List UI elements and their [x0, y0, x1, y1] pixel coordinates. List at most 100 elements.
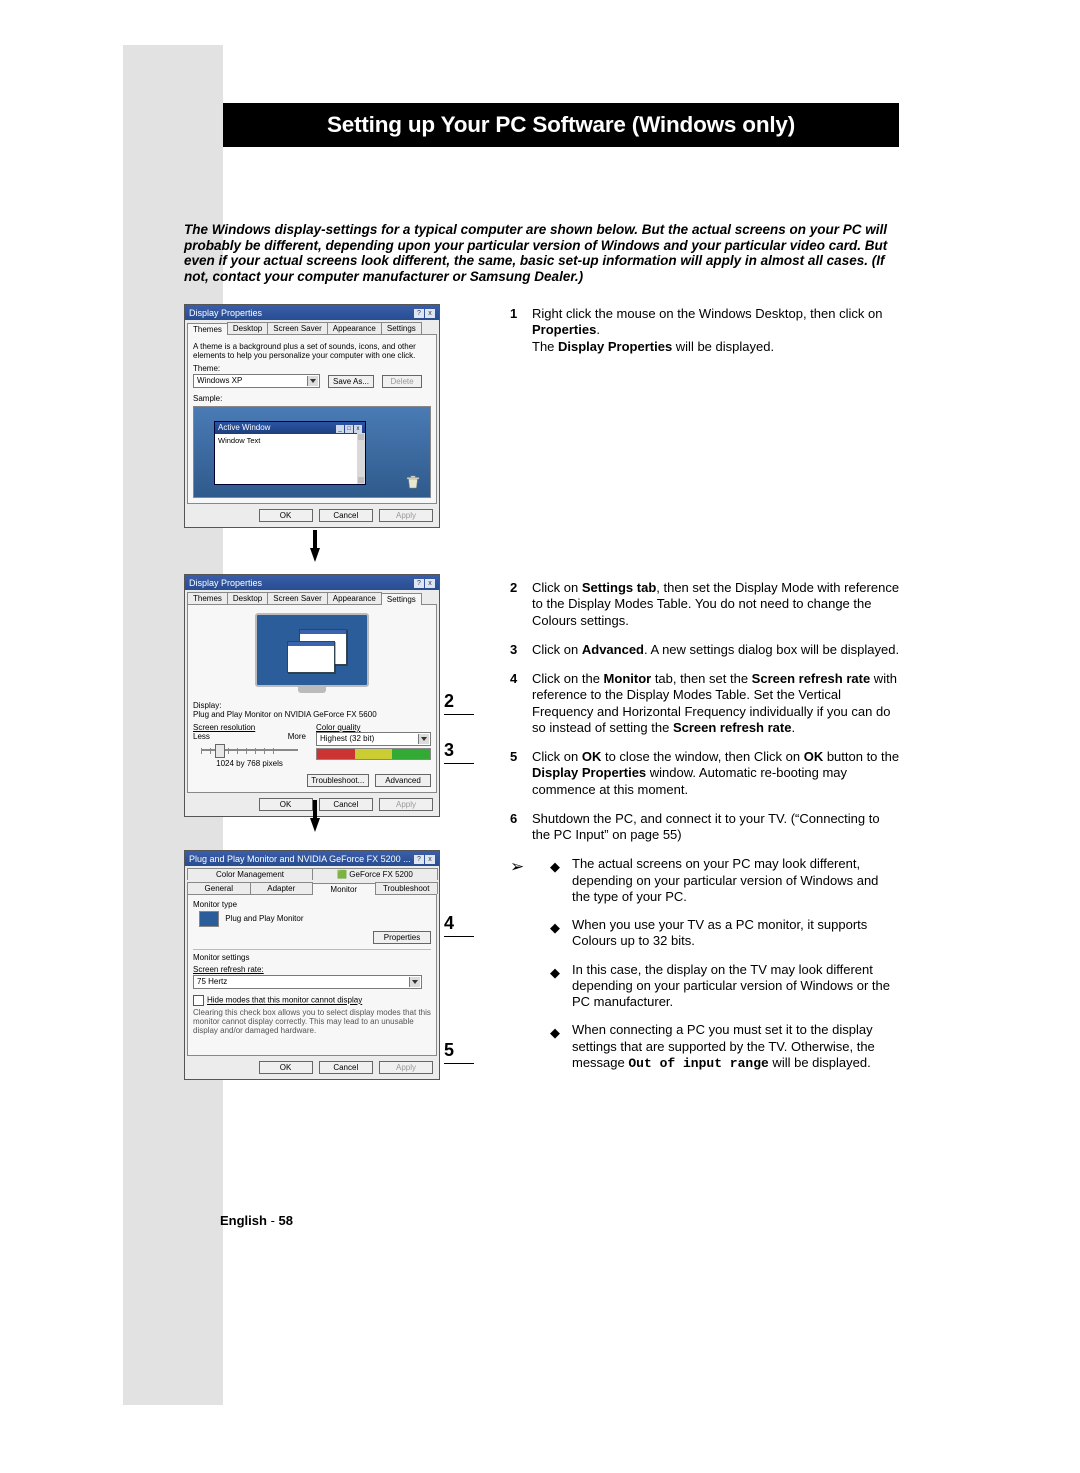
tab-geforce[interactable]: 🟩 GeForce FX 5200 — [312, 868, 438, 880]
apply-button[interactable]: Apply — [379, 798, 433, 811]
window-control-icons: ?x — [413, 577, 435, 588]
tab-themes[interactable]: Themes — [187, 592, 228, 604]
dialog-title: Display Properties — [189, 308, 262, 318]
notes-block: ➢ ◆The actual screens on your PC may loo… — [510, 856, 900, 1072]
hide-modes-checkbox[interactable] — [193, 995, 204, 1006]
tab-appearance[interactable]: Appearance — [327, 592, 382, 604]
settings-tab-term: Settings tab — [582, 580, 656, 595]
cancel-button[interactable]: Cancel — [319, 1061, 373, 1074]
step-text: Right click the mouse on the Windows Des… — [532, 306, 882, 321]
step-4: 4 Click on the Monitor tab, then set the… — [510, 671, 900, 736]
close-icon[interactable]: x — [425, 309, 435, 318]
note-chevron-icon: ➢ — [510, 856, 524, 877]
tab-appearance[interactable]: Appearance — [327, 322, 382, 334]
refresh-rate-dropdown[interactable]: 75 Hertz — [193, 975, 422, 989]
step-number: 1 — [510, 306, 517, 322]
tab-settings[interactable]: Settings — [381, 593, 422, 605]
tab-themes[interactable]: Themes — [187, 323, 228, 335]
sample-window-text: Window Text — [215, 434, 365, 447]
dialog-buttons: OK Cancel Apply — [185, 1058, 439, 1079]
window-control-icons: ?x — [413, 307, 435, 318]
hide-modes-row: Hide modes that this monitor cannot disp… — [193, 995, 431, 1006]
diamond-bullet-icon: ◆ — [550, 1025, 560, 1041]
dialog-body: Display: Plug and Play Monitor on NVIDIA… — [187, 604, 437, 793]
dialog-tabs: Themes Desktop Screen Saver Appearance S… — [187, 592, 437, 604]
dialog-tabs-row1: Color Management 🟩 GeForce FX 5200 — [187, 868, 437, 880]
theme-sample-preview: Active Window_□x Window Text — [193, 406, 431, 498]
tab-monitor[interactable]: Monitor — [312, 883, 376, 895]
page-footer: English - 58 — [220, 1213, 293, 1228]
theme-label: Theme: — [193, 364, 431, 373]
arrow-down-icon — [313, 800, 317, 818]
page-title: Setting up Your PC Software (Windows onl… — [223, 103, 899, 147]
ok-button[interactable]: OK — [259, 1061, 313, 1074]
step-number: 3 — [510, 642, 517, 658]
dialog-title: Display Properties — [189, 578, 262, 588]
ok-button[interactable]: OK — [259, 509, 313, 522]
tab-adapter[interactable]: Adapter — [250, 882, 314, 894]
note-item: ◆In this case, the display on the TV may… — [572, 962, 900, 1011]
advanced-button[interactable]: Advanced — [375, 774, 431, 787]
callout-3: 3 — [444, 740, 474, 764]
apply-button[interactable]: Apply — [379, 1061, 433, 1074]
step-3: 3 Click on Advanced. A new settings dial… — [510, 642, 900, 658]
refresh-rate-label: Screen refresh rate: — [193, 965, 431, 974]
sample-active-window: Active Window_□x Window Text — [214, 421, 366, 485]
diamond-bullet-icon: ◆ — [550, 859, 560, 875]
window-control-icons: ?x — [413, 853, 435, 864]
step-5: 5 Click on OK to close the window, then … — [510, 749, 900, 798]
delete-button[interactable]: Delete — [382, 375, 422, 388]
tab-desktop[interactable]: Desktop — [227, 322, 268, 334]
dialog-titlebar: Display Properties ?x — [185, 305, 439, 320]
refresh-rate-term: Screen refresh rate — [673, 720, 792, 735]
diamond-bullet-icon: ◆ — [550, 920, 560, 936]
display-value: Plug and Play Monitor on NVIDIA GeForce … — [193, 710, 431, 719]
display-properties-themes-dialog: Display Properties ?x Themes Desktop Scr… — [184, 304, 440, 528]
tab-troubleshoot[interactable]: Troubleshoot — [375, 882, 439, 894]
apply-button[interactable]: Apply — [379, 509, 433, 522]
cancel-button[interactable]: Cancel — [319, 509, 373, 522]
tab-screensaver[interactable]: Screen Saver — [267, 592, 327, 604]
color-quality-dropdown[interactable]: Highest (32 bit) — [316, 732, 431, 746]
ok-term: OK — [582, 749, 602, 764]
tab-screensaver[interactable]: Screen Saver — [267, 322, 327, 334]
close-icon: x — [354, 425, 362, 433]
diamond-bullet-icon: ◆ — [550, 965, 560, 981]
help-icon[interactable]: ? — [414, 579, 424, 588]
display-properties-term: Display Properties — [558, 339, 672, 354]
monitor-term: Monitor — [604, 671, 652, 686]
help-icon[interactable]: ? — [414, 309, 424, 318]
resolution-value: 1024 by 768 pixels — [193, 759, 306, 768]
note-item: ◆When connecting a PC you must set it to… — [572, 1022, 900, 1072]
tab-settings[interactable]: Settings — [381, 322, 422, 334]
maximize-icon: □ — [345, 425, 353, 433]
tab-color-management[interactable]: Color Management — [187, 868, 313, 880]
close-icon[interactable]: x — [425, 855, 435, 864]
help-icon[interactable]: ? — [414, 855, 424, 864]
save-as-button[interactable]: Save As... — [328, 375, 374, 388]
step-number: 2 — [510, 580, 517, 596]
sample-scrollbar — [357, 433, 365, 484]
display-label: Display: — [193, 701, 431, 710]
screen-resolution-group: Screen resolution Less More 1024 by 768 … — [193, 723, 306, 768]
dialog-title: Plug and Play Monitor and NVIDIA GeForce… — [189, 854, 411, 864]
troubleshoot-button[interactable]: Troubleshoot... — [307, 774, 369, 787]
tab-general[interactable]: General — [187, 882, 251, 894]
properties-button[interactable]: Properties — [373, 931, 431, 944]
note-item: ◆The actual screens on your PC may look … — [572, 856, 900, 905]
step-2: 2 Click on Settings tab, then set the Di… — [510, 580, 900, 629]
arrow-down-icon — [313, 530, 317, 548]
dialog-body: A theme is a background plus a set of so… — [187, 334, 437, 504]
dialog-tabs: Themes Desktop Screen Saver Appearance S… — [187, 322, 437, 334]
advanced-term: Advanced — [582, 642, 644, 657]
tab-desktop[interactable]: Desktop — [227, 592, 268, 604]
hide-modes-help: Clearing this check box allows you to se… — [193, 1008, 431, 1036]
ok-term: OK — [804, 749, 824, 764]
dialog-tabs-row2: General Adapter Monitor Troubleshoot — [187, 882, 437, 894]
step-1: 1 Right click the mouse on the Windows D… — [510, 306, 900, 355]
sample-label: Sample: — [193, 394, 431, 403]
theme-dropdown[interactable]: Windows XP — [193, 374, 320, 388]
resolution-slider[interactable] — [193, 741, 306, 759]
dialog-buttons: OK Cancel Apply — [185, 506, 439, 527]
close-icon[interactable]: x — [425, 579, 435, 588]
